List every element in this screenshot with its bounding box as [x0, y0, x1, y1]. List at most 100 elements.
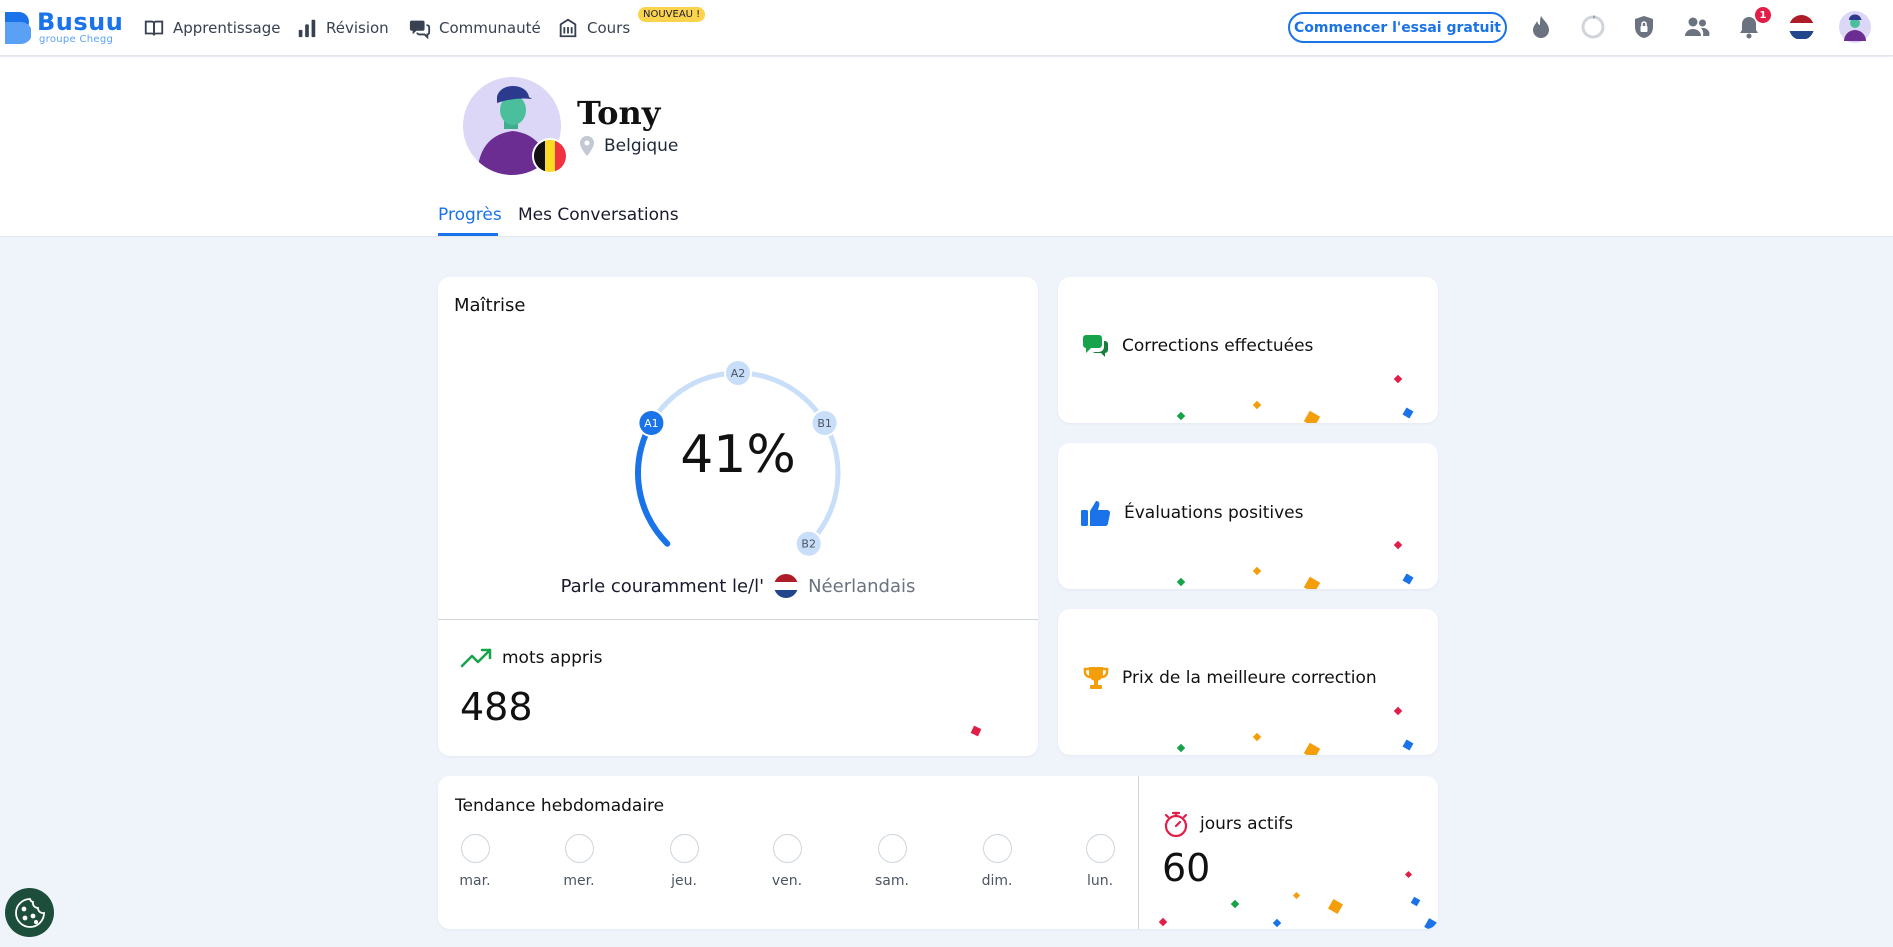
- words-learned-text: mots appris: [502, 648, 603, 668]
- weekday-label: mer.: [563, 873, 595, 889]
- weekday-status-circle: [877, 834, 907, 863]
- mastery-percent: 41%: [680, 425, 796, 485]
- positive-ratings-card: Évaluations positives: [1058, 443, 1438, 589]
- daily-goal-ring-icon[interactable]: [1579, 13, 1607, 41]
- confetti-piece: [1303, 576, 1321, 589]
- nav-revision-label: Révision: [326, 19, 389, 37]
- confetti-piece: [1252, 400, 1262, 410]
- level-label-b2: B2: [801, 538, 816, 551]
- notification-count-badge: 1: [1755, 7, 1771, 23]
- weekday-status-circle: [564, 834, 594, 863]
- weekday-label: jeu.: [671, 873, 697, 889]
- busuu-logo-icon: [5, 12, 31, 44]
- mastery-card: Maîtrise A1 A2 B1 B2 41% Parle couramment l…: [438, 277, 1038, 756]
- fluent-prefix: Parle couramment le/l': [560, 575, 765, 597]
- best-correction-text: Prix de la meilleure correction: [1122, 668, 1377, 688]
- book-icon: [144, 20, 164, 36]
- confetti-piece: [1230, 899, 1240, 909]
- confetti-piece: [1327, 898, 1344, 915]
- new-badge: NOUVEAU !: [638, 7, 706, 22]
- weekday-status-circle: [669, 834, 699, 863]
- fluent-language-line: Parle couramment le/l' Néerlandais: [438, 574, 1038, 598]
- confetti-piece: [1410, 896, 1421, 907]
- chat-bubbles-icon: [409, 20, 431, 39]
- bar-chart-icon: [298, 19, 316, 38]
- tab-progres[interactable]: Progrès: [438, 205, 502, 225]
- profile-header: [0, 57, 1893, 237]
- mastery-title: Maîtrise: [454, 295, 526, 316]
- thumbs-up-icon: [1081, 501, 1111, 527]
- confetti-piece: [1292, 891, 1301, 900]
- active-tab-indicator: [438, 233, 498, 236]
- confetti-piece: [1176, 411, 1186, 421]
- weekday-item: mar.: [445, 834, 505, 889]
- building-icon: [559, 18, 577, 38]
- active-days-text: jours actifs: [1200, 814, 1294, 834]
- belgium-flag-icon: [532, 138, 568, 174]
- positive-ratings-text: Évaluations positives: [1124, 503, 1304, 523]
- weekly-trend-card: Tendance hebdomadaire mar. mer. jeu. ven…: [438, 776, 1438, 929]
- corrections-label: Corrections effectuées: [1082, 333, 1313, 359]
- confetti-piece: [1176, 577, 1186, 587]
- confetti-piece: [970, 725, 982, 737]
- nav-communaute-label: Communauté: [439, 19, 541, 37]
- confetti-piece: [1402, 573, 1414, 585]
- corrections-text: Corrections effectuées: [1122, 336, 1314, 356]
- stopwatch-icon: [1164, 811, 1188, 838]
- cookie-settings-button[interactable]: [5, 888, 54, 937]
- streak-flame-icon[interactable]: [1527, 13, 1555, 41]
- busuu-logo[interactable]: Busuu groupe Chegg: [3, 8, 123, 48]
- shield-lock-icon[interactable]: [1630, 13, 1658, 41]
- words-learned-label: mots appris: [460, 647, 602, 669]
- profile-name: Tony: [577, 94, 661, 132]
- chat-icon: [1083, 335, 1108, 357]
- confetti-piece: [1176, 743, 1186, 753]
- weekday-item: lun.: [1070, 834, 1130, 889]
- weekday-status-circle: [460, 834, 490, 863]
- weekly-divider: [1138, 776, 1139, 929]
- language-flag-nl-icon[interactable]: [1787, 13, 1815, 41]
- confetti-piece: [1158, 917, 1168, 927]
- logo-wordmark: Busuu: [37, 8, 124, 36]
- user-avatar[interactable]: [1839, 11, 1871, 43]
- fluent-language: Néerlandais: [808, 575, 916, 597]
- active-days-value: 60: [1162, 846, 1211, 890]
- cookie-icon: [14, 897, 45, 928]
- nav-cours-label: Cours: [587, 19, 631, 37]
- confetti-piece: [1272, 918, 1282, 928]
- weekday-item: jeu.: [654, 834, 714, 889]
- nav-cours[interactable]: Cours: [557, 16, 630, 40]
- confetti-piece: [1303, 410, 1321, 423]
- weekday-label: mar.: [459, 873, 491, 889]
- corrections-card: Corrections effectuées: [1058, 277, 1438, 423]
- confetti-piece: [1402, 739, 1414, 751]
- weekday-label: sam.: [875, 873, 909, 889]
- profile-location-label: Belgique: [604, 136, 679, 156]
- best-correction-label: Prix de la meilleure correction: [1082, 665, 1377, 691]
- weekday-status-circle: [982, 834, 1012, 863]
- active-days-label: jours actifs: [1162, 810, 1293, 838]
- words-learned-value: 488: [460, 685, 533, 729]
- weekday-label: ven.: [771, 873, 803, 889]
- nav-communaute[interactable]: Communauté: [409, 16, 541, 40]
- weekday-label: dim.: [981, 873, 1013, 889]
- level-label-a2: A2: [731, 367, 746, 380]
- nav-apprentissage[interactable]: Apprentissage: [143, 16, 281, 40]
- positive-ratings-label: Évaluations positives: [1080, 499, 1304, 527]
- confetti-piece: [1303, 742, 1321, 755]
- netherlands-flag-icon: [774, 574, 799, 598]
- tab-mes-conversations[interactable]: Mes Conversations: [518, 205, 679, 225]
- nav-revision[interactable]: Révision: [296, 16, 389, 40]
- confetti-piece: [1252, 732, 1262, 742]
- weekday-item: mer.: [549, 834, 609, 889]
- weekday-item: ven.: [757, 834, 817, 889]
- start-free-trial-button[interactable]: Commencer l'essai gratuit: [1288, 12, 1507, 43]
- top-navigation-bar: Busuu groupe Chegg Apprentissage Révisio…: [0, 0, 1893, 56]
- friends-icon[interactable]: [1683, 13, 1711, 41]
- confetti-piece: [1404, 870, 1413, 879]
- weekday-status-circle: [1085, 834, 1115, 863]
- weekday-item: dim.: [967, 834, 1027, 889]
- confetti-piece: [1252, 566, 1262, 576]
- trending-up-icon: [460, 648, 492, 668]
- weekday-status-circle: [772, 834, 802, 863]
